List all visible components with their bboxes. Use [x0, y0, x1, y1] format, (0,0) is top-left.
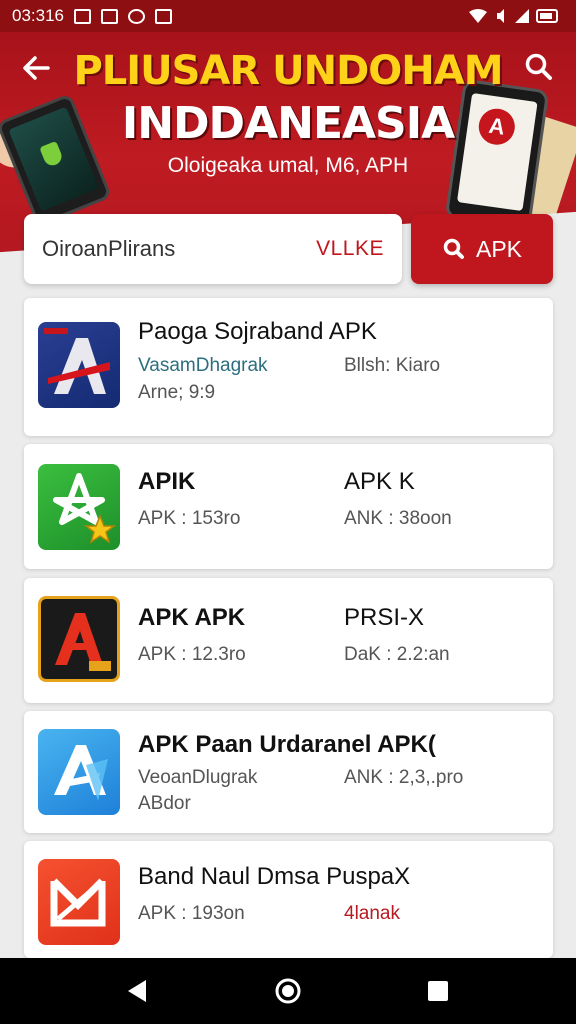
app-icon: [38, 464, 120, 550]
apk-search-button[interactable]: APK: [411, 214, 553, 284]
list-item[interactable]: Band Naul Dmsa PuspaX APK : 193on 4lanak: [24, 841, 553, 958]
banner-title: PLIUSAR UNDOHAM: [73, 48, 503, 94]
app-secondary-title: PRSI-X: [344, 604, 425, 631]
calendar-icon: [101, 8, 118, 24]
app-size: APK : 193on: [138, 903, 245, 924]
app-icon: [38, 596, 120, 682]
list-item[interactable]: APK Paan Urdaranel APK( VeoanDlugrak ABd…: [24, 711, 553, 833]
banner-title-2: INDDANEASIA: [121, 98, 455, 149]
back-button[interactable]: [20, 52, 56, 88]
search-input[interactable]: OiroanPlirans VLLKE: [24, 214, 402, 284]
app-size: APK : 12.3ro: [138, 644, 246, 665]
search-button[interactable]: [524, 52, 560, 88]
signal-icon: [515, 9, 529, 23]
app-developer: VasamDhagrak: [138, 355, 268, 376]
app-secondary-size: ANK : 2,3,.pro: [344, 767, 464, 788]
app-name: Band Naul Dmsa PuspaX: [138, 863, 411, 890]
list-item[interactable]: Paoga Sojraband APK VasamDhagrak Arne; 9…: [24, 298, 553, 436]
app-name: Paoga Sojraband APK: [138, 318, 377, 345]
app-icon: [38, 729, 120, 815]
message-icon: [155, 8, 172, 24]
banner-subtitle: Oloigeaka umal, M6, APH: [167, 154, 409, 177]
wifi-icon: [469, 9, 487, 23]
app-secondary-title: APK K: [344, 468, 415, 495]
navigation-bar: [0, 958, 576, 1024]
app-secondary-size: 4lanak: [344, 903, 400, 924]
search-icon: [443, 238, 464, 259]
apk-button-label: APK: [475, 235, 523, 262]
app-version: Arne; 9:9: [138, 382, 216, 403]
app-status: Bllsh: Kiaro: [344, 355, 441, 376]
search-icon: [525, 53, 552, 80]
sync-icon: [128, 8, 145, 24]
app-secondary-size: ANK : 38oon: [344, 508, 452, 529]
arrow-left-icon: [23, 56, 50, 80]
back-nav-button[interactable]: [124, 978, 150, 1004]
app-size: APK : 153ro: [138, 508, 241, 529]
mute-icon: [497, 9, 504, 23]
search-value: OiroanPlirans: [42, 236, 176, 261]
app-secondary-size: DaK : 2.2:an: [344, 644, 450, 665]
list-item[interactable]: APIK APK : 153ro APK K ANK : 38oon: [24, 444, 553, 569]
app-name: APK Paan Urdaranel APK(: [138, 731, 436, 758]
app-icon: [38, 859, 120, 945]
recents-nav-button[interactable]: [426, 979, 450, 1003]
home-nav-button[interactable]: [274, 977, 302, 1005]
app-icon: [38, 322, 120, 408]
app-name: APIK: [138, 468, 196, 495]
notification-icon: [74, 8, 91, 24]
status-time: 03:316: [12, 6, 64, 25]
list-item[interactable]: APK APK APK : 12.3ro PRSI-X DaK : 2.2:an: [24, 578, 553, 703]
app-name: APK APK: [138, 604, 246, 631]
app-developer: VeoanDlugrak: [138, 767, 258, 788]
search-filter[interactable]: VLLKE: [316, 237, 384, 261]
status-bar: 03:316: [0, 0, 576, 32]
battery-icon: [536, 9, 558, 23]
app-version: ABdor: [138, 793, 191, 814]
